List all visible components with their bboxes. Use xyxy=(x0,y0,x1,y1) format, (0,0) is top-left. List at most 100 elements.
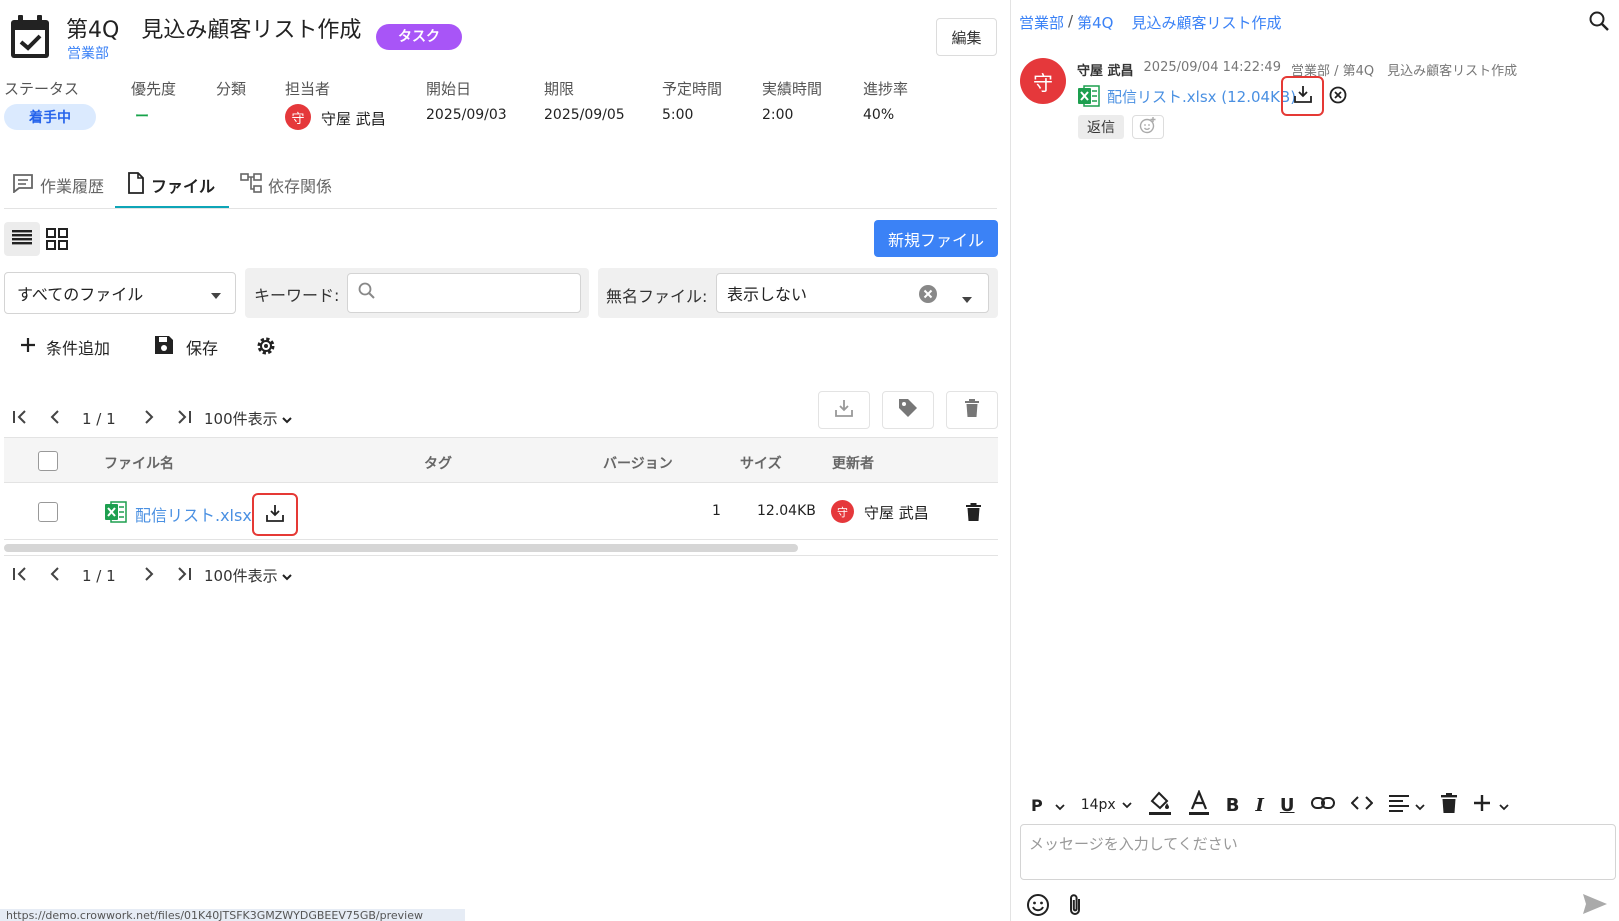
per-page-select[interactable]: 100件表示 xyxy=(204,565,292,586)
keyword-input[interactable] xyxy=(347,273,581,313)
message-input[interactable]: メッセージを入力してください xyxy=(1020,824,1616,880)
select-all-checkbox[interactable] xyxy=(38,451,58,471)
paperclip-icon[interactable] xyxy=(1067,893,1083,921)
list-view-button[interactable] xyxy=(4,222,40,256)
column-tag[interactable]: タグ xyxy=(424,453,452,473)
next-page-icon[interactable] xyxy=(144,409,154,428)
column-updater[interactable]: 更新者 xyxy=(832,453,874,473)
text-color-icon[interactable] xyxy=(1188,789,1210,820)
prev-page-icon[interactable] xyxy=(50,409,60,428)
grid-view-button[interactable] xyxy=(46,228,68,254)
clear-circle-icon[interactable] xyxy=(918,284,938,308)
file-filter-select[interactable]: すべてのファイル xyxy=(4,272,236,314)
size-value: 12.04KB xyxy=(757,503,816,519)
attachment-link[interactable]: 配信リスト.xlsx (12.04KB) xyxy=(1107,86,1296,107)
attachment-download-button[interactable] xyxy=(1281,76,1324,116)
per-page-label: 100件表示 xyxy=(204,410,278,428)
breadcrumb-project[interactable]: 第4Q xyxy=(1077,12,1113,33)
meta-label-actual: 実績時間 xyxy=(762,80,823,98)
tab-files[interactable]: ファイル xyxy=(127,162,215,208)
first-page-icon[interactable] xyxy=(12,566,28,585)
bulk-download-button[interactable] xyxy=(818,391,870,429)
per-page-label: 100件表示 xyxy=(204,567,278,585)
plus-icon xyxy=(20,337,36,357)
assignee-name: 守屋 武昌 xyxy=(321,110,386,128)
align-select[interactable] xyxy=(1388,794,1425,816)
tab-history[interactable]: 作業履歴 xyxy=(12,162,104,208)
horizontal-scrollbar[interactable] xyxy=(4,544,798,552)
status-badge[interactable]: 着手中 xyxy=(4,104,96,130)
insert-select[interactable] xyxy=(1473,794,1509,816)
paragraph-format-select[interactable]: P xyxy=(1031,796,1065,815)
planned-time-value: 5:00 xyxy=(662,107,694,123)
caret-down-icon xyxy=(211,284,221,303)
gear-icon[interactable] xyxy=(255,335,277,361)
chat-panel: 営業部 / 第4Q 見込み顧客リスト作成 守 守屋 武昌 2025/09/04 … xyxy=(1010,0,1619,921)
link-icon[interactable] xyxy=(1310,796,1335,814)
excel-file-icon xyxy=(1078,84,1100,112)
tab-dependencies[interactable]: 依存関係 xyxy=(240,162,332,208)
meta-label-progress: 進捗率 xyxy=(863,80,909,98)
task-type-badge: タスク xyxy=(376,24,462,50)
bulk-delete-button[interactable] xyxy=(946,391,998,429)
excel-file-icon xyxy=(105,500,127,524)
page-indicator: 1 / 1 xyxy=(82,409,116,428)
next-page-icon[interactable] xyxy=(144,566,154,585)
bold-icon[interactable]: B xyxy=(1226,795,1240,816)
add-condition-button[interactable]: 条件追加 xyxy=(20,335,110,359)
send-icon[interactable] xyxy=(1581,892,1609,920)
breadcrumb-task[interactable]: 見込み顧客リスト作成 xyxy=(1131,12,1281,33)
row-delete-icon[interactable] xyxy=(966,503,981,525)
add-reaction-button[interactable] xyxy=(1132,115,1164,139)
font-size-select[interactable]: 14px xyxy=(1081,797,1132,813)
file-name-link[interactable]: 配信リスト.xlsx xyxy=(135,502,252,526)
plus-icon xyxy=(1473,794,1491,816)
download-icon xyxy=(266,504,284,526)
keyword-label: キーワード: xyxy=(254,286,340,305)
per-page-select[interactable]: 100件表示 xyxy=(204,408,292,429)
last-page-icon[interactable] xyxy=(176,409,192,428)
column-file-name[interactable]: ファイル名 xyxy=(104,453,174,473)
message-timestamp: 2025/09/04 14:22:49 xyxy=(1143,60,1281,75)
prev-page-icon[interactable] xyxy=(50,566,60,585)
page-indicator: 1 / 1 xyxy=(82,566,116,585)
save-condition-button[interactable]: 保存 xyxy=(154,335,218,359)
fill-color-icon[interactable] xyxy=(1148,790,1172,820)
tabs-divider xyxy=(4,208,997,209)
emoji-icon[interactable] xyxy=(1026,893,1050,921)
comment-icon xyxy=(12,173,34,197)
file-filter-value: すべてのファイル xyxy=(17,285,144,304)
list-icon xyxy=(12,229,32,249)
row-download-button[interactable] xyxy=(252,493,298,536)
smiley-plus-icon xyxy=(1139,116,1157,138)
department-link[interactable]: 営業部 xyxy=(67,43,109,63)
underline-icon[interactable]: U xyxy=(1280,795,1295,816)
search-icon[interactable] xyxy=(1589,11,1609,35)
chevron-down-icon xyxy=(1414,796,1425,815)
chevron-down-icon xyxy=(281,567,292,585)
unnamed-label: 無名ファイル: xyxy=(606,287,708,306)
tab-files-label: ファイル xyxy=(151,177,216,196)
first-page-icon[interactable] xyxy=(12,409,28,428)
breadcrumb-department[interactable]: 営業部 xyxy=(1019,12,1064,33)
meta-label-due: 期限 xyxy=(544,80,575,98)
code-icon[interactable] xyxy=(1350,795,1373,815)
column-size[interactable]: サイズ xyxy=(740,453,782,473)
italic-icon[interactable]: I xyxy=(1255,795,1263,816)
new-file-button[interactable]: 新規ファイル xyxy=(874,220,998,257)
last-page-icon[interactable] xyxy=(176,566,192,585)
bulk-tag-button[interactable] xyxy=(882,391,934,429)
edit-button[interactable]: 編集 xyxy=(936,18,997,56)
trash-icon[interactable] xyxy=(1440,793,1457,817)
caret-down-icon[interactable] xyxy=(962,291,972,307)
updater-avatar: 守 xyxy=(831,500,854,523)
hierarchy-icon xyxy=(240,173,262,197)
start-date-value: 2025/09/03 xyxy=(426,107,507,123)
pager-bottom: 1 / 1 100件表示 xyxy=(12,565,292,586)
remove-attachment-icon[interactable] xyxy=(1329,86,1347,108)
column-version[interactable]: バージョン xyxy=(603,453,673,473)
unnamed-select[interactable]: 表示しない xyxy=(716,273,989,313)
row-checkbox[interactable] xyxy=(38,502,58,522)
reply-button[interactable]: 返信 xyxy=(1078,115,1124,139)
font-size-label: 14px xyxy=(1080,797,1116,813)
